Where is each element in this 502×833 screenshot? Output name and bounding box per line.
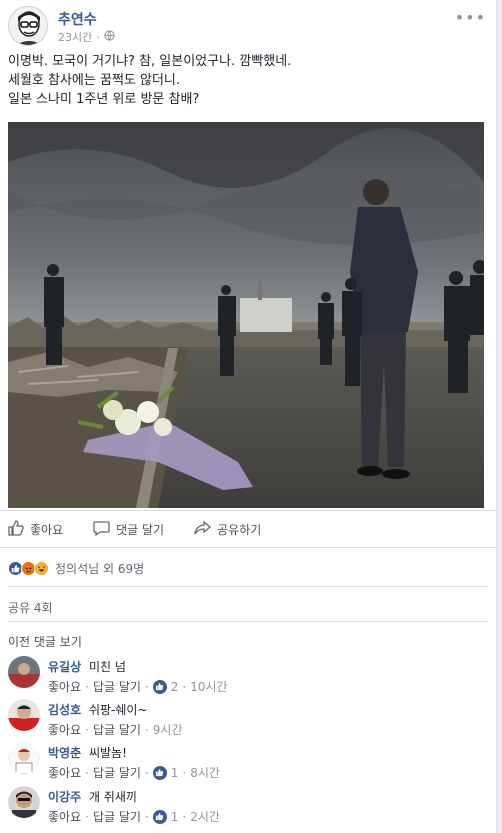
like-icon — [152, 765, 167, 780]
comment: 박영춘 씨발놈! 좋아요 · 답글 달기 · 1 · 8시간 — [8, 742, 488, 784]
commenter-name[interactable]: 박영춘 — [48, 746, 81, 760]
globe-icon — [104, 30, 115, 44]
post-line: 세월호 참사에는 꿈쩍도 않더니. — [8, 73, 181, 88]
comment-text: 쉬팡-쉐이~ — [88, 703, 148, 717]
divider — [0, 547, 496, 548]
commenter-name[interactable]: 유길상 — [48, 660, 81, 674]
divider — [0, 510, 496, 511]
post-line: 이명박. 모국이 거기냐? 참, 일본이었구나. 깜빡했네. — [8, 54, 292, 69]
comment-reply-link[interactable]: 답글 달기 — [93, 721, 141, 738]
comment-reply-link[interactable]: 답글 달기 — [93, 808, 141, 825]
commenter-name[interactable]: 이강주 — [48, 790, 81, 804]
like-button[interactable]: 좋아요 — [8, 519, 63, 539]
comment-like-link[interactable]: 좋아요 — [48, 808, 81, 825]
haha-icon — [34, 561, 49, 576]
commenter-name[interactable]: 김성호 — [48, 703, 81, 717]
comment-time[interactable]: 8시간 — [190, 764, 220, 781]
like-icon — [152, 679, 167, 694]
post-line: 일본 스나미 1주년 위로 방문 참배? — [8, 92, 200, 107]
author-avatar[interactable] — [8, 6, 48, 46]
divider — [8, 621, 488, 622]
more-options-icon[interactable]: ••• — [455, 8, 486, 27]
comment-meta: 좋아요 · 답글 달기 · 1 · 8시간 — [48, 764, 220, 781]
view-previous-comments[interactable]: 이전 댓글 보기 — [8, 633, 82, 650]
comment-like-count: 1 — [170, 809, 179, 824]
post-meta: 23시간 · — [58, 29, 115, 45]
comment-time[interactable]: 9시간 — [153, 721, 183, 738]
post-photo[interactable] — [8, 122, 484, 508]
divider — [8, 586, 488, 587]
comment: 유길상 미친 넘 좋아요 · 답글 달기 · 2 · 10시간 — [8, 656, 488, 698]
post-text: 이명박. 모국이 거기냐? 참, 일본이었구나. 깜빡했네. 세월호 참사에는 … — [8, 52, 488, 109]
commenter-avatar[interactable] — [8, 656, 40, 688]
share-count[interactable]: 공유 4회 — [8, 599, 53, 616]
comment-meta: 좋아요 · 답글 달기 · 9시간 — [48, 721, 183, 738]
author-name[interactable]: 추연수 — [58, 9, 97, 29]
reactions-count: 정의석님 외 69명 — [55, 562, 145, 576]
comment-like-link[interactable]: 좋아요 — [48, 721, 81, 738]
comment-text: 미친 넘 — [88, 660, 126, 674]
like-icon — [152, 809, 167, 824]
post-actions: 좋아요 댓글 달기 공유하기 — [8, 515, 488, 543]
comment-like-link[interactable]: 좋아요 — [48, 764, 81, 781]
post-time[interactable]: 23시간 — [58, 29, 92, 45]
comment-time[interactable]: 10시간 — [190, 678, 227, 695]
comment-button[interactable]: 댓글 달기 — [93, 520, 164, 539]
comment: 김성호 쉬팡-쉐이~ 좋아요 · 답글 달기 · 9시간 — [8, 699, 488, 741]
share-arrow-icon — [194, 520, 212, 539]
comment-meta: 좋아요 · 답글 달기 · 1 · 2시간 — [48, 808, 220, 825]
commenter-avatar[interactable] — [8, 786, 40, 818]
comment-like-link[interactable]: 좋아요 — [48, 678, 81, 695]
comment-meta: 좋아요 · 답글 달기 · 2 · 10시간 — [48, 678, 228, 695]
reactions-summary[interactable]: 정의석님 외 69명 — [8, 560, 144, 577]
thumbs-up-icon — [8, 519, 24, 539]
share-button[interactable]: 공유하기 — [194, 520, 261, 539]
comment-text: 개 쥐새끼 — [88, 790, 137, 804]
comment: 이강주 개 쥐새끼 좋아요 · 답글 달기 · 1 · 2시간 — [8, 786, 488, 828]
comment-reply-link[interactable]: 답글 달기 — [93, 678, 141, 695]
post-header: 추연수 23시간 · ••• — [8, 6, 488, 48]
comment-reply-link[interactable]: 답글 달기 — [93, 764, 141, 781]
commenter-avatar[interactable] — [8, 699, 40, 731]
commenter-avatar[interactable] — [8, 742, 40, 774]
comment-bubble-icon — [93, 520, 110, 539]
comment-like-count: 1 — [170, 765, 179, 780]
comment-text: 씨발놈! — [88, 746, 127, 760]
comment-time[interactable]: 2시간 — [190, 808, 220, 825]
comment-like-count: 2 — [170, 679, 179, 694]
post-card: 추연수 23시간 · ••• 이명박. 모국이 거기냐? 참, 일본이었구나. … — [0, 0, 497, 833]
